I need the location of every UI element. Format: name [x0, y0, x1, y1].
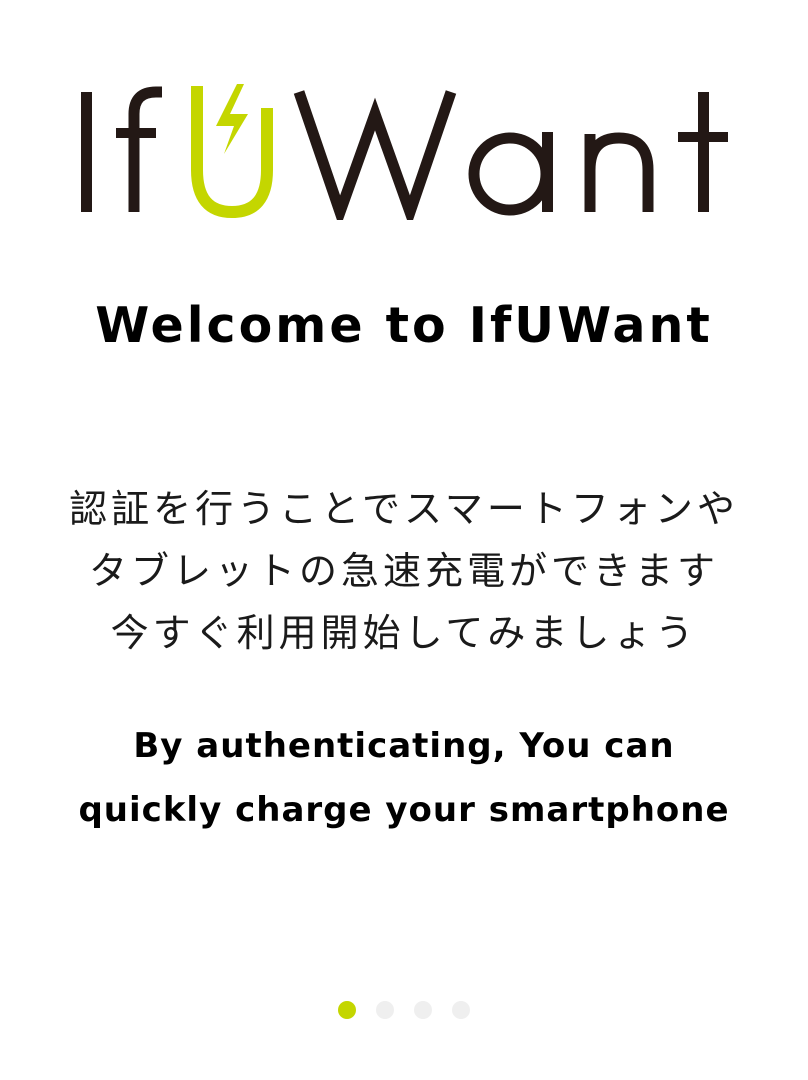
logo-letter-t [698, 92, 709, 212]
logo-letter-n [584, 132, 654, 212]
page-dot-2[interactable] [376, 1001, 394, 1019]
japanese-message-line-2: タブレットの急速充電ができます [88, 549, 719, 593]
english-message-line-2: quickly charge your smartphone [78, 790, 730, 830]
logo-letter-i [81, 92, 92, 212]
page-dot-3[interactable] [414, 1001, 432, 1019]
page-dot-4[interactable] [452, 1001, 470, 1019]
english-message: By authenticating, You can quickly charg… [0, 714, 808, 842]
japanese-message: 認証を行うことでスマートフォンや タブレットの急速充電ができます 今すぐ利用開始… [0, 478, 808, 664]
japanese-message-line-3: 今すぐ利用開始してみましょう [110, 611, 698, 655]
lightning-bolt-icon [216, 84, 248, 154]
logo-letter-f [128, 86, 162, 212]
page-indicator [0, 1001, 808, 1019]
logo-letter-a [468, 132, 552, 216]
logo-letter-w [293, 90, 457, 220]
onboarding-screen: Welcome to IfUWant 認証を行うことでスマートフォンや タブレッ… [0, 0, 808, 1080]
english-message-line-1: By authenticating, You can [133, 726, 675, 766]
welcome-title: Welcome to IfUWant [95, 297, 713, 354]
japanese-message-line-1: 認証を行うことでスマートフォンや [69, 487, 739, 531]
page-dot-1[interactable] [338, 1001, 356, 1019]
ifuwant-logo [78, 84, 730, 220]
